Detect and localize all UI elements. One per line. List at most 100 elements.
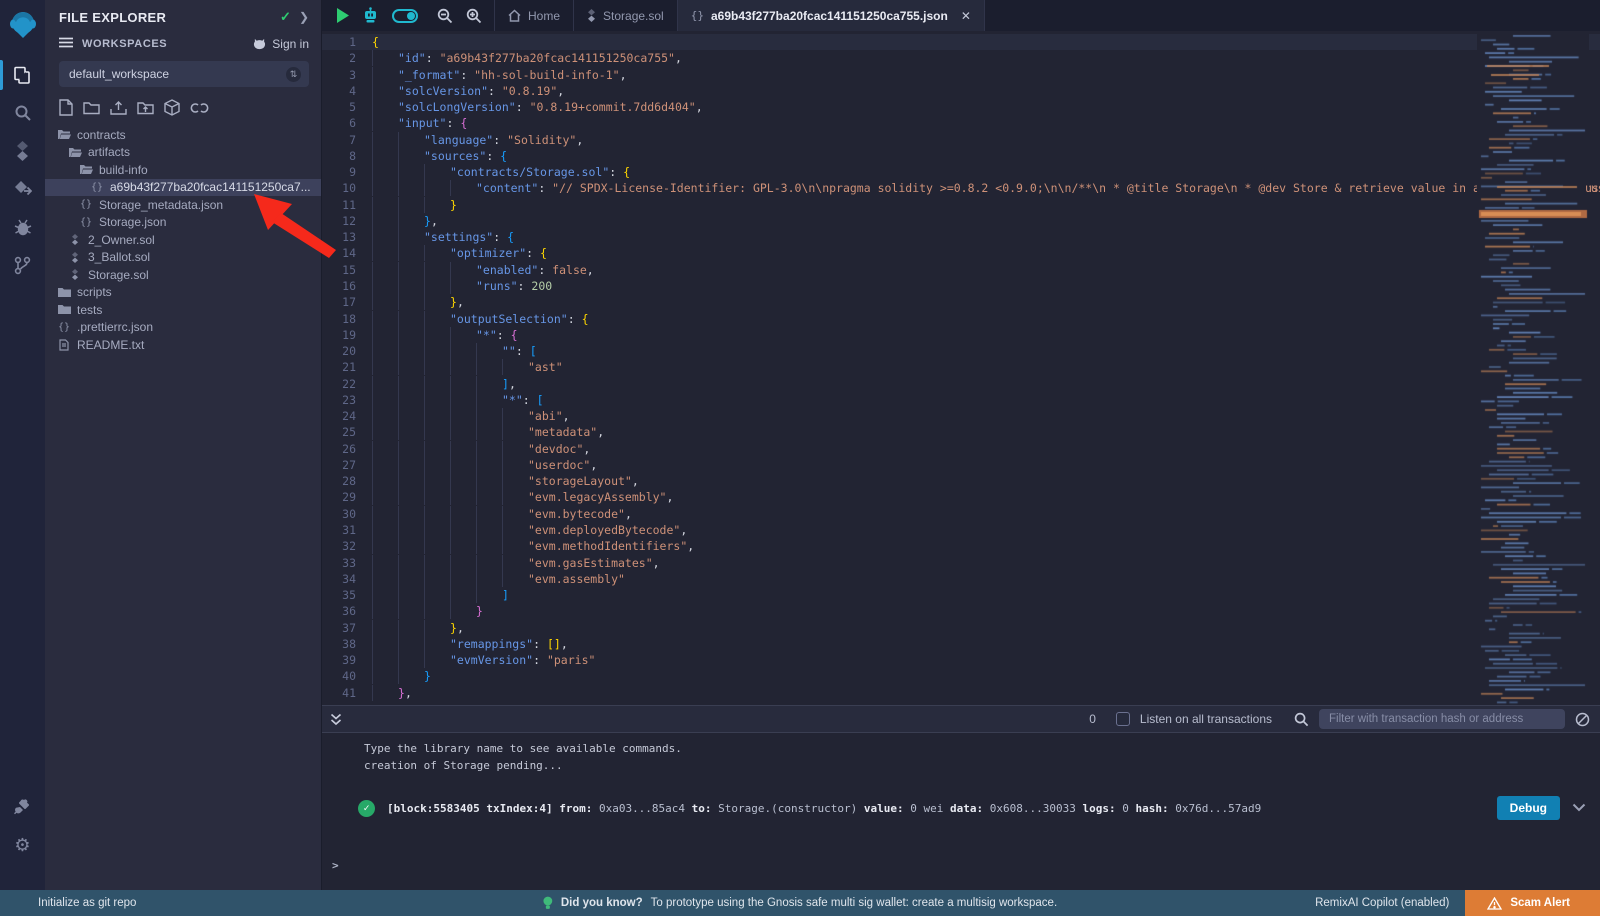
listen-all-checkbox[interactable]	[1116, 712, 1130, 726]
code-line[interactable]: 25"metadata",	[322, 424, 1600, 440]
tree-item[interactable]: README.txt	[45, 336, 321, 354]
tree-item[interactable]: 3_Ballot.sol	[45, 249, 321, 267]
debugger-icon[interactable]	[0, 208, 45, 246]
tree-item[interactable]: build-info	[45, 161, 321, 179]
tree-item[interactable]: {}Storage_metadata.json	[45, 196, 321, 214]
code-line[interactable]: 33"evm.gasEstimates",	[322, 555, 1600, 571]
code-line[interactable]: 24"abi",	[322, 408, 1600, 424]
code-line[interactable]: 10"content": "// SPDX-License-Identifier…	[322, 180, 1600, 196]
init-git-repo-button[interactable]: Initialize as git repo	[0, 897, 136, 909]
code-line[interactable]: 41},	[322, 685, 1600, 701]
file-explorer-icon[interactable]	[0, 56, 45, 94]
code-line[interactable]: 4"solcVersion": "0.8.19",	[322, 83, 1600, 99]
code-line[interactable]: 19"*": {	[322, 327, 1600, 343]
line-number: 28	[322, 473, 372, 489]
tree-item[interactable]: tests	[45, 301, 321, 319]
github-sign-in-button[interactable]: Sign in	[252, 37, 309, 51]
hamburger-menu-icon[interactable]	[59, 37, 73, 51]
code-line[interactable]: 22],	[322, 376, 1600, 392]
code-line[interactable]: 1{	[322, 34, 1600, 50]
code-line[interactable]: 34"evm.assembly"	[322, 571, 1600, 587]
remixai-robot-icon[interactable]	[362, 7, 379, 24]
code-line[interactable]: 29"evm.legacyAssembly",	[322, 489, 1600, 505]
run-script-icon[interactable]	[336, 8, 349, 23]
tab-storage-sol[interactable]: Storage.sol	[573, 0, 677, 31]
tab-build-info-json[interactable]: {} a69b43f277ba20fcac141151250ca755.json…	[677, 0, 985, 31]
tree-item[interactable]: {}Storage.json	[45, 214, 321, 232]
code-line[interactable]: 15"enabled": false,	[322, 262, 1600, 278]
zoom-in-icon[interactable]	[466, 8, 482, 24]
minimap[interactable]	[1477, 31, 1589, 705]
terminal-prompt[interactable]: >	[332, 857, 339, 874]
code-line[interactable]: 31"evm.deployedBytecode",	[322, 522, 1600, 538]
code-line[interactable]: 35]	[322, 587, 1600, 603]
toggle-on-icon[interactable]	[392, 9, 418, 23]
line-number: 35	[322, 587, 372, 603]
close-icon[interactable]: ✕	[961, 9, 971, 23]
solidity-compiler-icon[interactable]	[0, 132, 45, 170]
code-line[interactable]: 6"input": {	[322, 115, 1600, 131]
code-line[interactable]: 5"solcLongVersion": "0.8.19+commit.7dd6d…	[322, 99, 1600, 115]
code-line[interactable]: 3"_format": "hh-sol-build-info-1",	[322, 67, 1600, 83]
code-line[interactable]: 16"runs": 200	[322, 278, 1600, 294]
search-icon[interactable]	[0, 94, 45, 132]
expand-terminal-icon[interactable]	[330, 713, 342, 726]
new-folder-icon[interactable]	[83, 100, 100, 115]
terminal-search-icon[interactable]	[1294, 712, 1309, 727]
remix-logo-icon[interactable]	[0, 4, 45, 48]
code-line[interactable]: 7"language": "Solidity",	[322, 132, 1600, 148]
code-line[interactable]: 2"id": "a69b43f277ba20fcac141151250ca755…	[322, 50, 1600, 66]
chevron-right-icon[interactable]: ❯	[299, 10, 309, 24]
remix-ide-window: ⚙ FILE EXPLORER ✓ ❯ WORKSPACES Sign in d…	[0, 0, 1600, 890]
link-icon[interactable]	[190, 101, 209, 115]
tree-item[interactable]: Storage.sol	[45, 266, 321, 284]
code-line[interactable]: 9"contracts/Storage.sol": {	[322, 164, 1600, 180]
tree-item[interactable]: scripts	[45, 284, 321, 302]
code-line[interactable]: 14"optimizer": {	[322, 245, 1600, 261]
upload-file-icon[interactable]	[110, 100, 127, 116]
code-line[interactable]: 32"evm.methodIdentifiers",	[322, 538, 1600, 554]
code-line[interactable]: 21"ast"	[322, 359, 1600, 375]
code-line[interactable]: 13"settings": {	[322, 229, 1600, 245]
code-line[interactable]: 20"": [	[322, 343, 1600, 359]
code-line[interactable]: 27"userdoc",	[322, 457, 1600, 473]
code-line[interactable]: 40}	[322, 668, 1600, 684]
new-file-icon[interactable]	[59, 99, 73, 116]
plugin-manager-icon[interactable]	[0, 788, 45, 826]
upload-folder-icon[interactable]	[137, 100, 154, 115]
tree-item[interactable]: {}a69b43f277ba20fcac141151250ca7...	[45, 179, 321, 197]
tree-item[interactable]: contracts	[45, 126, 321, 144]
code-line[interactable]: 28"storageLayout",	[322, 473, 1600, 489]
tree-item[interactable]: artifacts	[45, 144, 321, 162]
terminal[interactable]: Type the library name to see available c…	[322, 733, 1600, 890]
code-line[interactable]: 36}	[322, 603, 1600, 619]
code-line[interactable]: 39"evmVersion": "paris"	[322, 652, 1600, 668]
code-line[interactable]: 18"outputSelection": {	[322, 311, 1600, 327]
cube-icon[interactable]	[164, 99, 180, 116]
tree-item[interactable]: 2_Owner.sol	[45, 231, 321, 249]
code-line[interactable]: 38"remappings": [],	[322, 636, 1600, 652]
code-line[interactable]: 12},	[322, 213, 1600, 229]
code-line[interactable]: 8"sources": {	[322, 148, 1600, 164]
workspace-select[interactable]: default_workspace ⇅	[59, 61, 309, 87]
code-line[interactable]: 30"evm.bytecode",	[322, 506, 1600, 522]
transaction-log-row[interactable]: ✓ [block:5583405 txIndex:4] from: 0xa03.…	[358, 795, 1586, 821]
code-editor[interactable]: 1{2"id": "a69b43f277ba20fcac141151250ca7…	[322, 31, 1600, 705]
tree-item[interactable]: {}.prettierrc.json	[45, 319, 321, 337]
code-line[interactable]: 23"*": [	[322, 392, 1600, 408]
tab-home[interactable]: Home	[494, 0, 573, 31]
zoom-out-icon[interactable]	[437, 8, 453, 24]
scam-alert-badge[interactable]: Scam Alert	[1465, 890, 1600, 916]
git-icon[interactable]	[0, 246, 45, 284]
settings-gear-icon[interactable]: ⚙	[0, 826, 45, 864]
code-line[interactable]: 37},	[322, 620, 1600, 636]
code-line[interactable]: 11}	[322, 197, 1600, 213]
deploy-run-icon[interactable]	[0, 170, 45, 208]
chevron-down-icon[interactable]	[1572, 800, 1586, 817]
transaction-filter-input[interactable]	[1319, 709, 1565, 729]
code-line[interactable]: 26"devdoc",	[322, 441, 1600, 457]
code-line[interactable]: 17},	[322, 294, 1600, 310]
clear-console-icon[interactable]	[1575, 712, 1590, 727]
copilot-status[interactable]: RemixAI Copilot (enabled)	[1315, 897, 1449, 909]
debug-button[interactable]: Debug	[1497, 796, 1560, 820]
